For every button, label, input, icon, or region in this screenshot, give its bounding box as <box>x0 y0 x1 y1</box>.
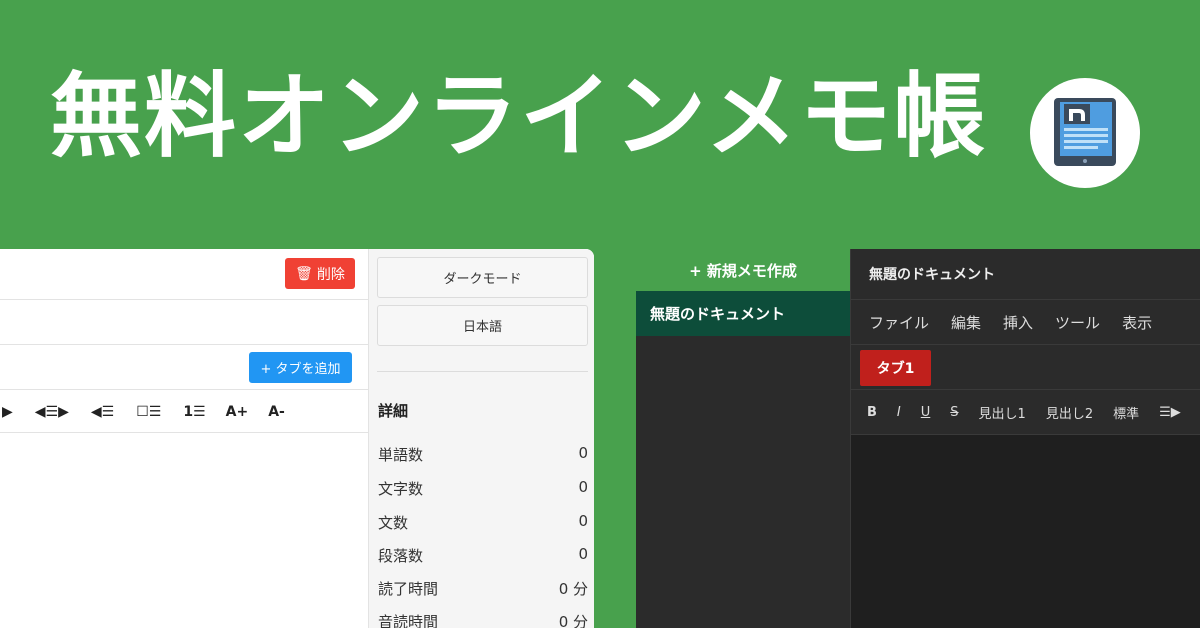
light-editor-area[interactable] <box>0 433 368 628</box>
normal-text-button[interactable]: 標準 <box>1113 403 1139 422</box>
menu-tools[interactable]: ツール <box>1055 312 1100 333</box>
align-center-icon[interactable]: ◀☰▶ <box>35 404 69 420</box>
menu-file[interactable]: ファイル <box>869 312 929 333</box>
stat-label: 文字数 <box>378 480 424 498</box>
details-heading: 詳細 <box>378 402 409 420</box>
strikethrough-button[interactable]: S <box>950 405 958 420</box>
delete-button[interactable]: 🗑 削除 <box>285 258 355 289</box>
notebook-icon <box>1054 98 1116 166</box>
dark-editor-area[interactable] <box>851 435 1200 628</box>
tab-bar: タブ1 <box>851 345 1200 390</box>
stats-sidebar: ダークモード 日本語 詳細 単語数 0 文字数 0 文数 0 段落数 0 読了時… <box>368 249 594 628</box>
stat-row: 読了時間 0 分 <box>378 578 588 599</box>
stat-row: 音読時間 0 分 <box>378 611 588 628</box>
stat-label: 読了時間 <box>378 580 439 598</box>
delete-label: 削除 <box>316 266 345 283</box>
new-memo-button[interactable]: + 新規メモ作成 <box>636 249 850 291</box>
menu-edit[interactable]: 編集 <box>951 312 981 333</box>
stat-value: 0 <box>578 545 588 563</box>
menu-view[interactable]: 表示 <box>1122 312 1152 333</box>
stat-value: 0 <box>578 478 588 496</box>
bold-button[interactable]: B <box>867 405 877 420</box>
checklist-icon[interactable]: ☐☰ <box>136 404 161 420</box>
doc-title[interactable]: 無題のドキュメント <box>851 249 1200 300</box>
stat-value: 0 分 <box>558 580 588 598</box>
stat-value: 0 <box>578 512 588 530</box>
light-header-row: 🗑 削除 <box>0 249 368 300</box>
stat-label: 音読時間 <box>378 613 439 628</box>
trash-icon: 🗑 <box>295 265 313 282</box>
language-button[interactable]: 日本語 <box>377 305 588 346</box>
app-logo <box>1030 78 1140 188</box>
dark-mode-button[interactable]: ダークモード <box>377 257 588 298</box>
dark-format-toolbar: B I U S 見出し1 見出し2 標準 ☰▶ <box>851 390 1200 435</box>
stat-value: 0 <box>578 444 588 462</box>
hero-title: 無料オンラインメモ帳 <box>50 63 988 170</box>
font-increase-button[interactable]: A+ <box>226 404 249 420</box>
stat-label: 段落数 <box>378 547 424 565</box>
underline-button[interactable]: U <box>921 405 931 420</box>
indent-icon[interactable]: ▶ <box>2 404 13 420</box>
tab-1[interactable]: タブ1 <box>860 350 931 386</box>
light-format-toolbar: ▶ ◀☰▶ ◀☰ ☐☰ 1☰ A+ A- <box>0 390 368 433</box>
heading1-button[interactable]: 見出し1 <box>979 403 1026 422</box>
dark-editor-panel: 無題のドキュメント ファイル 編集 挿入 ツール 表示 タブ1 B I U S … <box>850 249 1200 628</box>
add-tab-button[interactable]: + タブを追加 <box>249 352 352 383</box>
light-tab-row: + タブを追加 <box>0 345 368 390</box>
doc-list-item[interactable]: 無題のドキュメント <box>636 291 850 336</box>
stat-row: 段落数 0 <box>378 545 588 566</box>
light-title-row <box>0 300 368 345</box>
heading2-button[interactable]: 見出し2 <box>1046 403 1093 422</box>
stat-label: 文数 <box>378 514 409 532</box>
stat-row: 単語数 0 <box>378 444 588 465</box>
menu-insert[interactable]: 挿入 <box>1003 312 1033 333</box>
stat-label: 単語数 <box>378 446 424 464</box>
numbered-list-icon[interactable]: 1☰ <box>183 404 205 420</box>
stat-value: 0 分 <box>558 613 588 628</box>
stat-row: 文数 0 <box>378 512 588 533</box>
sidebar-divider <box>377 371 588 372</box>
font-decrease-button[interactable]: A- <box>268 404 285 420</box>
indent-icon[interactable]: ☰▶ <box>1159 405 1181 420</box>
stat-row: 文字数 0 <box>378 478 588 499</box>
italic-button[interactable]: I <box>897 405 901 420</box>
light-editor-panel: 🗑 削除 + タブを追加 ▶ ◀☰▶ ◀☰ ☐☰ 1☰ A+ A- ダークモード… <box>0 249 594 628</box>
menu-bar: ファイル 編集 挿入 ツール 表示 <box>851 300 1200 345</box>
outdent-icon[interactable]: ◀☰ <box>91 404 114 420</box>
